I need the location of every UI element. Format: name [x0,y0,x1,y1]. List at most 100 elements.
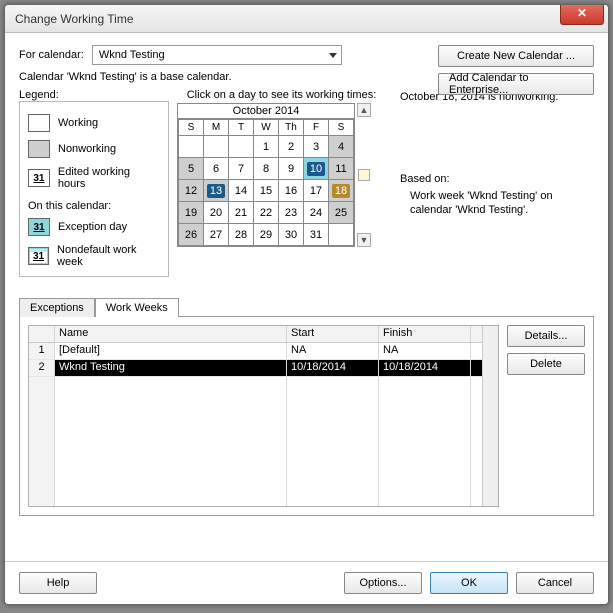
calendar-day[interactable]: 21 [229,202,254,224]
calendar-scroll-up[interactable]: ▲ [357,103,371,117]
calendar-day[interactable]: 20 [204,202,229,224]
help-button[interactable]: Help [19,572,97,594]
calendar-day[interactable]: 22 [254,202,279,224]
calendar-day[interactable]: 19 [179,202,204,224]
grid-side-buttons: Details... Delete [507,325,585,507]
calendar-day[interactable]: 25 [329,202,354,224]
nondefault-swatch-icon: 31 [28,247,49,265]
calendar-day [229,136,254,158]
calendar-day[interactable]: 3 [304,136,329,158]
calendar-day[interactable]: 17 [304,180,329,202]
cell-finish: 10/18/2014 [379,360,471,376]
close-button[interactable]: ✕ [560,5,604,25]
calendar-day[interactable]: 10 [304,158,329,180]
tab-row: Exceptions Work Weeks [19,297,594,316]
options-button[interactable]: Options... [344,572,422,594]
table-row[interactable]: 1[Default]NANA [29,343,482,360]
calendar-day[interactable]: 4 [329,136,354,158]
table-row[interactable]: 2Wknd Testing10/18/201410/18/2014 [29,360,482,377]
dialog-change-working-time: Change Working Time ✕ For calendar: Wknd… [4,4,609,605]
calendar-day[interactable]: 26 [179,224,204,246]
titlebar: Change Working Time ✕ [5,5,608,33]
legend-box: Working Nonworking 31 Edited working hou… [19,101,169,277]
work-weeks-grid[interactable]: Name Start Finish 1[Default]NANA2Wknd Te… [28,325,499,507]
calendar-day[interactable]: 5 [179,158,204,180]
calendar-day[interactable]: 31 [304,224,329,246]
calendar-grid: SMTWThFS 1234567891011121314151617181920… [178,119,354,246]
create-new-calendar-button[interactable]: Create New Calendar ... [438,45,594,67]
delete-button[interactable]: Delete [507,353,585,375]
calendar-dropdown[interactable]: Wknd Testing [92,45,342,65]
calendar-day[interactable]: 13 [204,180,229,202]
tab-work-weeks[interactable]: Work Weeks [95,298,179,317]
calendar-day [179,136,204,158]
calendar-day[interactable]: 23 [279,202,304,224]
col-name: Name [55,326,287,342]
legend-edited: 31 Edited working hours [28,166,160,190]
col-start: Start [287,326,379,342]
details-button[interactable]: Details... [507,325,585,347]
legend-nonworking: Nonworking [28,140,160,158]
calendar-day[interactable]: 7 [229,158,254,180]
calendar-day[interactable]: 8 [254,158,279,180]
nonworking-swatch-icon [28,140,50,158]
click-day-label: Click on a day to see its working times: [177,89,386,101]
calendar-day[interactable]: 2 [279,136,304,158]
legend-items-2: 31 Exception day 31 Nondefault work week [28,218,160,268]
calendar-day[interactable]: 29 [254,224,279,246]
grid-scrollbar[interactable] [482,326,498,506]
calendar-day [329,224,354,246]
cell-name: [Default] [55,343,287,359]
edited-swatch-icon: 31 [28,169,50,187]
legend-working: Working [28,114,160,132]
calendar-day[interactable]: 1 [254,136,279,158]
calendar-day[interactable]: 14 [229,180,254,202]
tabs-area: Exceptions Work Weeks Name Start Finish [19,297,594,516]
legend-exception-day: 31 Exception day [28,218,160,236]
add-calendar-enterprise-button[interactable]: Add Calendar to Enterprise... [438,73,594,95]
tab-body: Name Start Finish 1[Default]NANA2Wknd Te… [19,316,594,516]
calendar-dow: T [229,120,254,136]
cancel-button[interactable]: Cancel [516,572,594,594]
mid-section: Legend: Working Nonworking 31 [19,89,594,277]
calendar-day[interactable]: 18 [329,180,354,202]
based-on-detail: Work week 'Wknd Testing' on calendar 'Wk… [410,189,594,218]
calendar-scroll: ▲ ▼ [357,103,373,247]
calendar-area: Click on a day to see its working times:… [177,89,386,277]
dialog-footer: Help Options... OK Cancel [5,561,608,604]
calendar-dow: W [254,120,279,136]
legend-nondefault-ww: 31 Nondefault work week [28,244,160,268]
calendar-day[interactable]: 16 [279,180,304,202]
calendar-day[interactable]: 27 [204,224,229,246]
top-right-buttons: Create New Calendar ... Add Calendar to … [438,45,594,95]
calendar-month-label: October 2014 [178,104,354,119]
grid-header: Name Start Finish [29,326,482,343]
calendar-day[interactable]: 24 [304,202,329,224]
cell-rownum: 2 [29,360,55,376]
calendar-dow: S [179,120,204,136]
chevron-down-icon [329,53,337,58]
legend-col: Legend: Working Nonworking 31 [19,89,169,277]
calendar-day[interactable]: 6 [204,158,229,180]
calendar-dow: Th [279,120,304,136]
calendar-dow: F [304,120,329,136]
calendar-day[interactable]: 9 [279,158,304,180]
calendar-day[interactable]: 30 [279,224,304,246]
calendar-dow: M [204,120,229,136]
dialog-content: For calendar: Wknd Testing Create New Ca… [5,33,608,561]
ok-button[interactable]: OK [430,572,508,594]
calendar-day[interactable]: 28 [229,224,254,246]
calendar-day[interactable]: 12 [179,180,204,202]
calendar-day[interactable]: 15 [254,180,279,202]
working-swatch-icon [28,114,50,132]
calendar-dropdown-value: Wknd Testing [99,49,165,61]
info-area: October 18, 2014 is nonworking. Based on… [394,89,594,277]
cell-start: 10/18/2014 [287,360,379,376]
col-finish: Finish [379,326,471,342]
tab-exceptions[interactable]: Exceptions [19,298,95,317]
col-rownum [29,326,55,342]
cell-start: NA [287,343,379,359]
grid-rows: 1[Default]NANA2Wknd Testing10/18/201410/… [29,343,482,377]
calendar-scroll-down[interactable]: ▼ [357,233,371,247]
calendar-day[interactable]: 11 [329,158,354,180]
